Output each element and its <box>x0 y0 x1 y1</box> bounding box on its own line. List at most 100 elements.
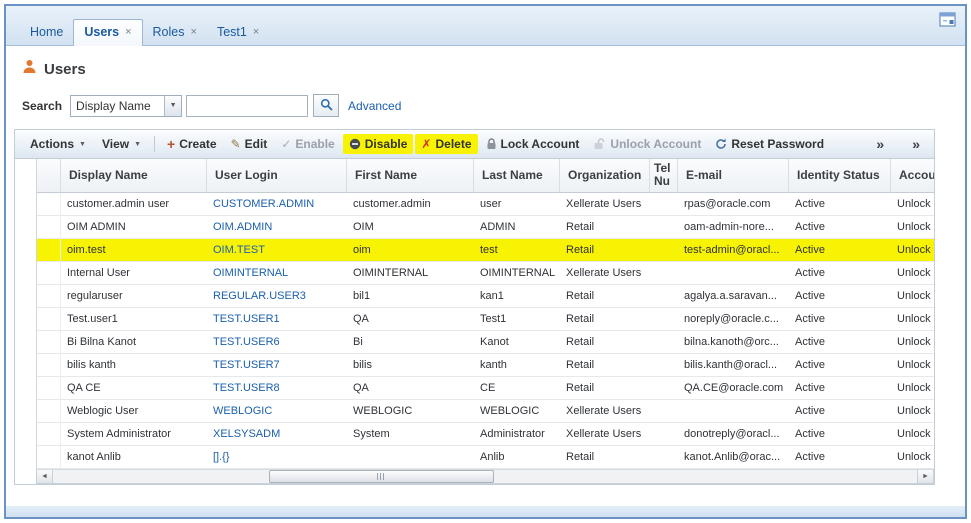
cell-account-status: Unlock <box>891 330 934 354</box>
table-row[interactable]: Bi Bilna Kanot TEST.USER6 Bi Kanot Retail bil… <box>37 330 934 354</box>
cell-last-name: ADMIN <box>474 215 560 239</box>
cell-display-name: customer.admin user <box>61 192 207 216</box>
table-row[interactable]: System Administrator XELSYSADM System Admin… <box>37 422 934 446</box>
button-label: Edit <box>244 137 268 151</box>
table-row[interactable]: regularuser REGULAR.USER3 bil1 kan1 Retail ag… <box>37 284 934 308</box>
search-field-select[interactable]: Display Name ▼ <box>70 94 183 117</box>
unlock-account-button: Unlock Account <box>587 134 707 154</box>
cell-organization: Retail <box>560 284 650 308</box>
button-label: Disable <box>364 137 408 151</box>
table-row[interactable]: QA CE TEST.USER8 QA CE Retail QA.CE@oracle.co… <box>37 376 934 400</box>
search-input[interactable] <box>186 94 309 117</box>
cell-user-login[interactable]: REGULAR.USER3 <box>207 284 347 308</box>
chevron-down-icon[interactable]: ▼ <box>164 95 182 116</box>
tab-test1[interactable]: Test1 × <box>207 20 269 45</box>
scroll-left-button[interactable]: ◄ <box>37 469 53 483</box>
cell-user-login[interactable]: OIMINTERNAL <box>207 261 347 285</box>
table-row[interactable]: kanot Anlib [].{} Anlib Retail kanot.Anlib@o… <box>37 445 934 469</box>
column-header-telephone[interactable]: Tel Nu <box>650 159 678 193</box>
tab-label: Test1 <box>216 25 247 39</box>
scroll-right-button[interactable]: ► <box>917 469 933 483</box>
tab-roles[interactable]: Roles × <box>143 20 207 45</box>
table-row[interactable]: customer.admin user CUSTOMER.ADMIN custome… <box>37 192 934 216</box>
cell-last-name: Test1 <box>474 307 560 331</box>
row-handle-cell[interactable] <box>37 284 61 308</box>
cell-user-login[interactable]: [].{} <box>207 445 347 469</box>
cell-email <box>678 261 789 285</box>
cell-organization: Xellerate Users <box>560 422 650 446</box>
row-handle-cell[interactable] <box>37 307 61 331</box>
cell-user-login[interactable]: CUSTOMER.ADMIN <box>207 192 347 216</box>
close-icon[interactable]: × <box>125 26 131 38</box>
cell-user-login[interactable]: TEST.USER1 <box>207 307 347 331</box>
delete-button[interactable]: ✗ Delete <box>415 134 478 154</box>
lock-account-button[interactable]: Lock Account <box>480 134 586 154</box>
column-header-account-status[interactable]: Accou <box>891 159 934 193</box>
tab-home[interactable]: Home <box>20 20 73 45</box>
row-handle-cell[interactable] <box>37 192 61 216</box>
table-row[interactable]: bilis kanth TEST.USER7 bilis kanth Retail bil… <box>37 353 934 377</box>
button-label: Create <box>179 137 217 151</box>
row-handle-cell[interactable] <box>37 261 61 285</box>
column-header-last-name[interactable]: Last Name <box>474 159 560 193</box>
tab-users[interactable]: Users × <box>73 19 143 46</box>
row-handle-cell[interactable] <box>37 238 61 262</box>
table-row[interactable]: Weblogic User WEBLOGIC WEBLOGIC WEBLOGIC Xel… <box>37 399 934 423</box>
row-handle-cell[interactable] <box>37 215 61 239</box>
column-header-identity-status[interactable]: Identity Status <box>789 159 891 193</box>
row-handle-cell[interactable] <box>37 353 61 377</box>
row-handle-cell[interactable] <box>37 330 61 354</box>
tab-bar: Home Users × Roles × Test1 × <box>6 6 965 46</box>
cell-display-name: regularuser <box>61 284 207 308</box>
column-header-organization[interactable]: Organization <box>560 159 650 193</box>
chevron-down-icon: ▼ <box>134 140 142 148</box>
column-header-user-login[interactable]: User Login <box>207 159 347 193</box>
cell-email: noreply@oracle.c... <box>678 307 789 331</box>
application-window: Home Users × Roles × Test1 × Users Searc… <box>4 4 967 519</box>
cell-email: rpas@oracle.com <box>678 192 789 216</box>
row-handle-cell[interactable] <box>37 422 61 446</box>
disable-button[interactable]: Disable <box>342 134 414 154</box>
column-header-display-name[interactable]: Display Name <box>61 159 207 193</box>
toolbar: Actions ▼ View ▼ + Create ✎ Edit ✓ Enabl… <box>15 130 934 159</box>
column-header-email[interactable]: E-mail <box>678 159 789 193</box>
create-button[interactable]: + Create <box>161 134 223 154</box>
horizontal-scrollbar[interactable]: ◄ ► <box>36 468 934 484</box>
table-row[interactable]: Internal User OIMINTERNAL OIMINTERNAL OIMIN… <box>37 261 934 285</box>
cell-last-name: kanth <box>474 353 560 377</box>
cell-user-login[interactable]: TEST.USER7 <box>207 353 347 377</box>
view-menu-button[interactable]: View ▼ <box>95 134 148 154</box>
advanced-search-link[interactable]: Advanced <box>348 99 401 113</box>
search-button[interactable] <box>313 94 340 117</box>
cell-account-status: Unlock <box>891 422 934 446</box>
cell-last-name: CE <box>474 376 560 400</box>
cell-user-login[interactable]: OIM.TEST <box>207 238 347 262</box>
cell-account-status: Unlock <box>891 445 934 469</box>
cell-user-login[interactable]: XELSYSADM <box>207 422 347 446</box>
toolbar-overflow-icon[interactable]: » <box>870 136 890 152</box>
cell-user-login[interactable]: WEBLOGIC <box>207 399 347 423</box>
table-row[interactable]: oim.test OIM.TEST oim test Retail test-admin@… <box>37 238 934 262</box>
cell-display-name: bilis kanth <box>61 353 207 377</box>
cell-first-name: customer.admin <box>347 192 474 216</box>
screenshot-canvas: Home Users × Roles × Test1 × Users Searc… <box>0 0 971 523</box>
scrollbar-thumb[interactable] <box>269 469 494 483</box>
row-handle-cell[interactable] <box>37 445 61 469</box>
calendar-icon[interactable] <box>939 11 957 27</box>
cell-user-login[interactable]: TEST.USER8 <box>207 376 347 400</box>
cell-user-login[interactable]: TEST.USER6 <box>207 330 347 354</box>
selected-search-field: Display Name <box>76 98 151 113</box>
table-row[interactable]: Test.user1 TEST.USER1 QA Test1 Retail noreply… <box>37 307 934 331</box>
scrollbar-track[interactable] <box>53 469 917 483</box>
column-header-first-name[interactable]: First Name <box>347 159 474 193</box>
row-handle-cell[interactable] <box>37 376 61 400</box>
cell-user-login[interactable]: OIM.ADMIN <box>207 215 347 239</box>
row-handle-cell[interactable] <box>37 399 61 423</box>
actions-menu-button[interactable]: Actions ▼ <box>23 134 93 154</box>
reset-password-button[interactable]: Reset Password <box>709 134 830 154</box>
edit-button[interactable]: ✎ Edit <box>225 134 274 154</box>
panel-overflow-icon[interactable]: » <box>906 136 926 152</box>
close-icon[interactable]: × <box>253 26 259 38</box>
close-icon[interactable]: × <box>191 26 197 38</box>
table-row[interactable]: OIM ADMIN OIM.ADMIN OIM ADMIN Retail oam-admi… <box>37 215 934 239</box>
